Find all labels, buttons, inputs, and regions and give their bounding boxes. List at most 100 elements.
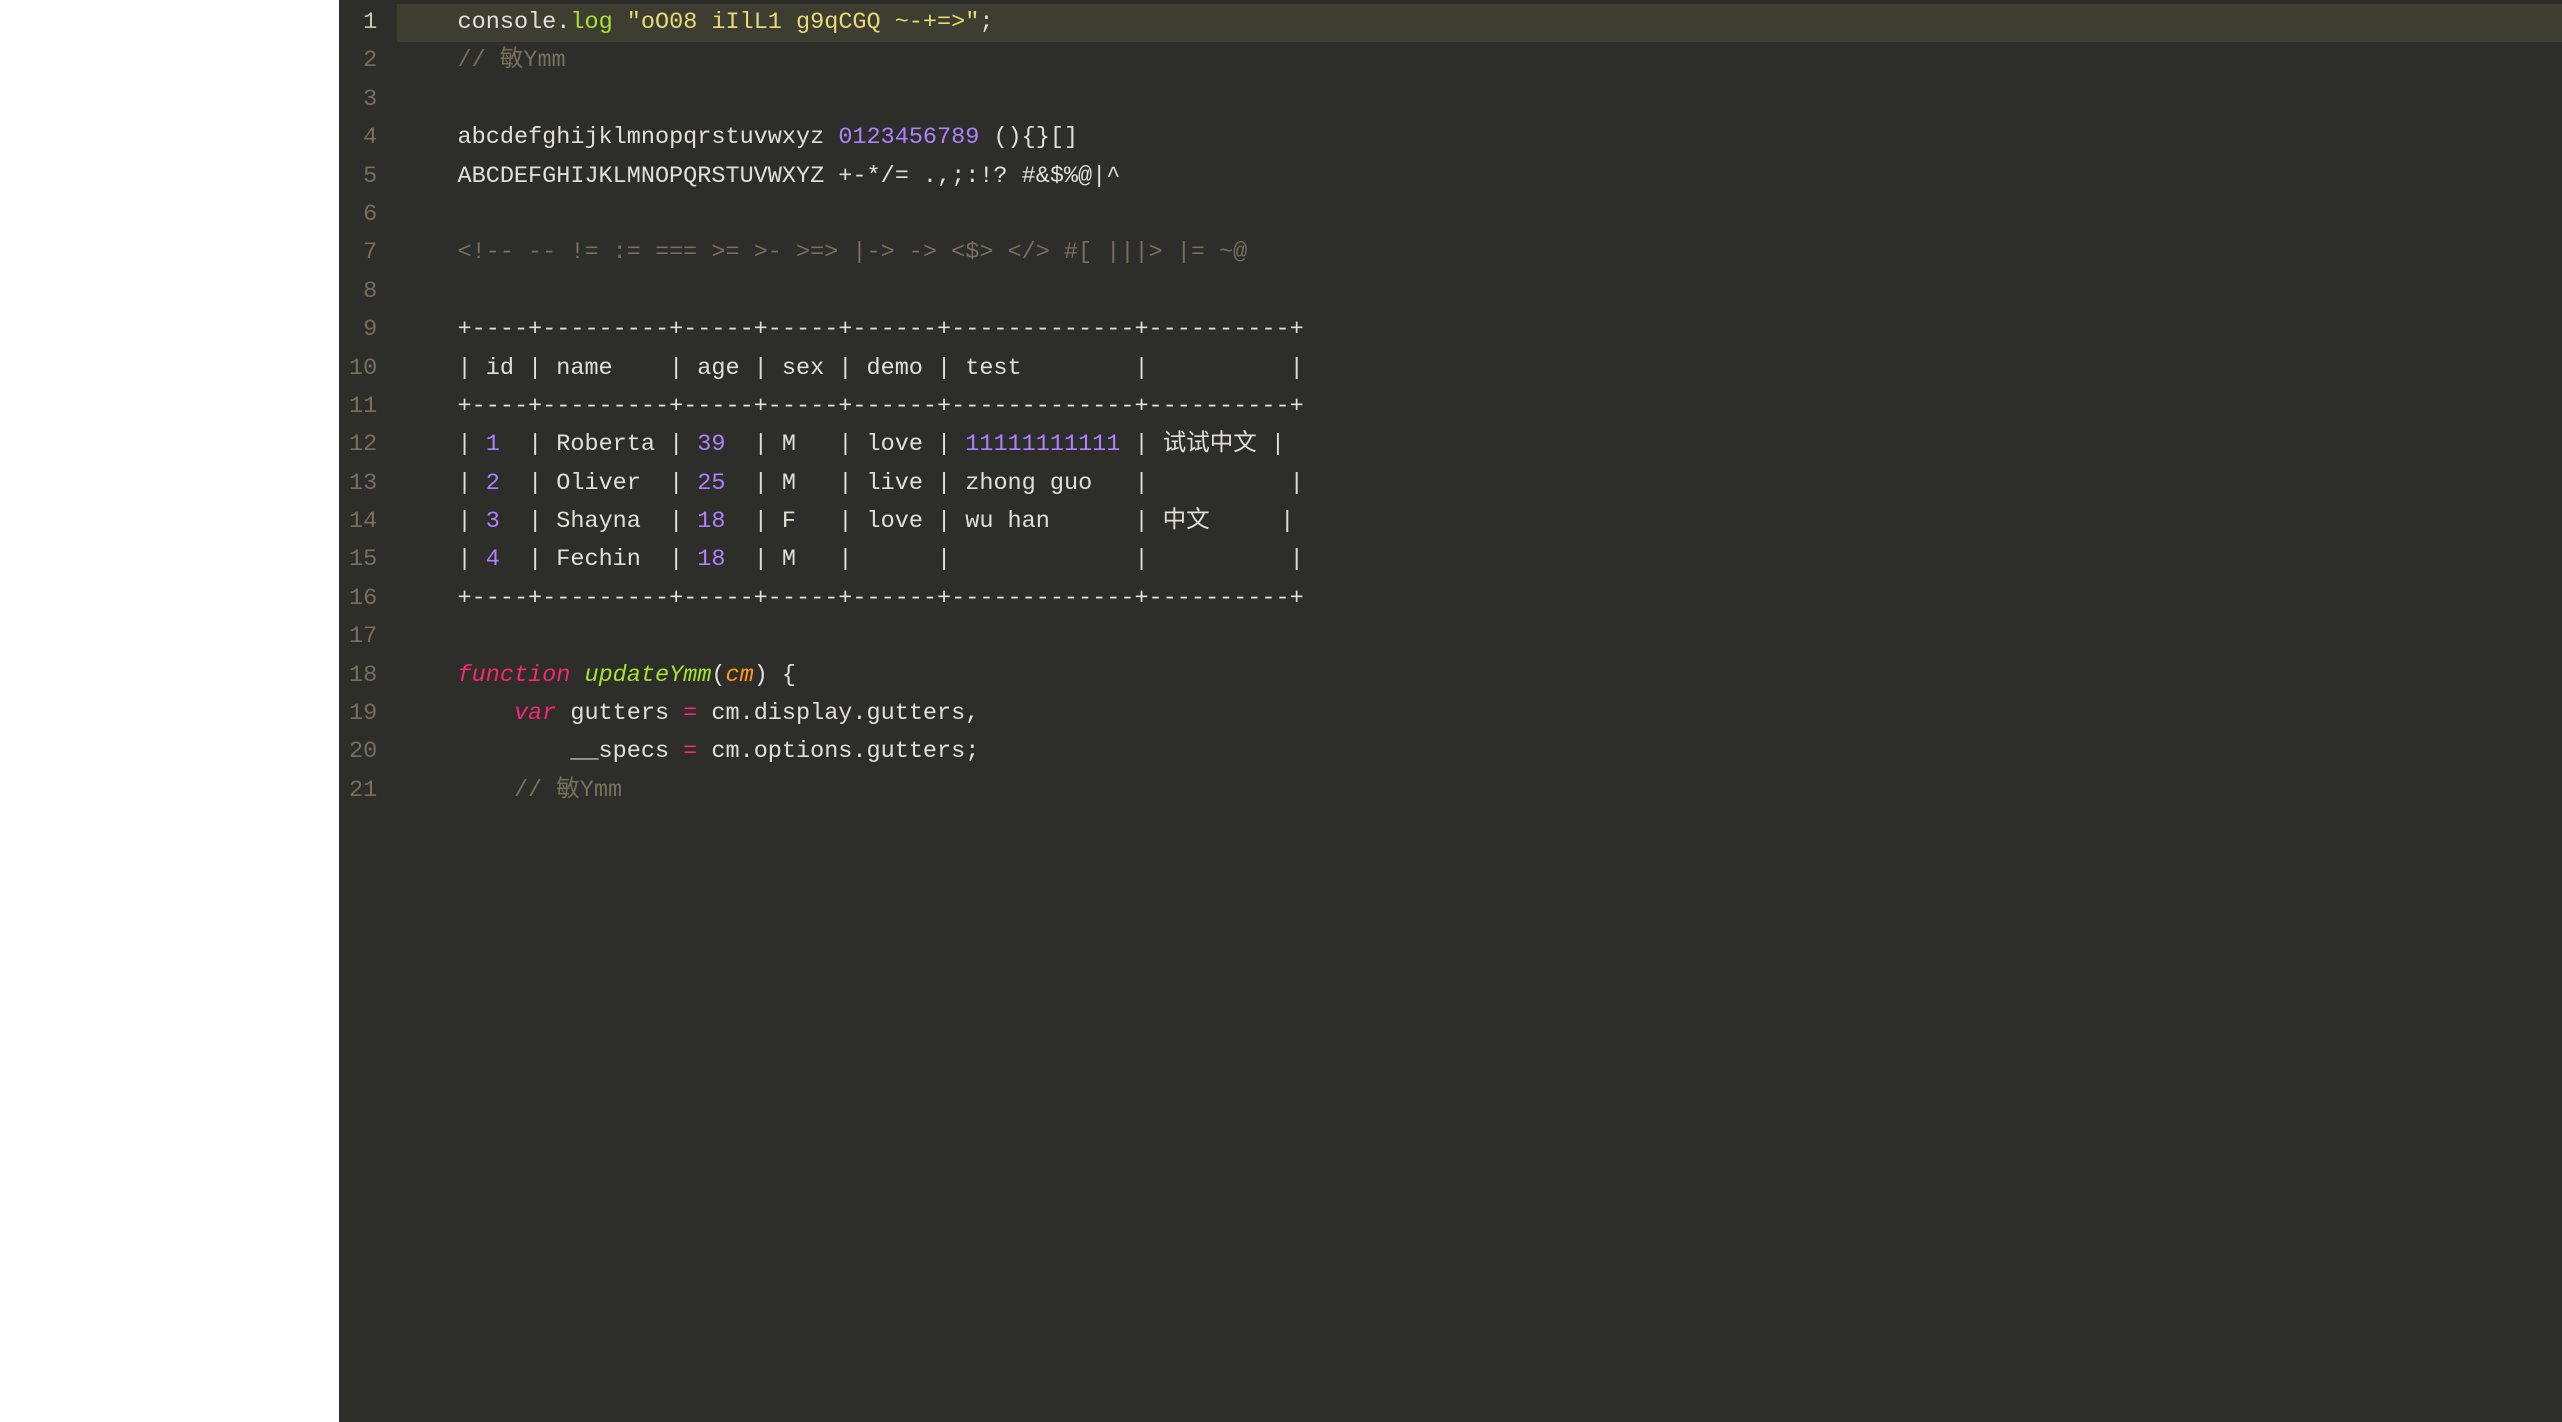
- line-number: 16: [349, 580, 377, 618]
- code-token: 1: [486, 431, 500, 458]
- left-sidebar: [0, 0, 339, 1422]
- code-token: [415, 470, 457, 497]
- code-token: =: [683, 738, 697, 765]
- line-number: 12: [349, 426, 377, 464]
- code-token: | id | name | age | sex | demo | test | …: [458, 355, 1304, 382]
- line-number: 17: [349, 618, 377, 656]
- code-token: +----+---------+-----+-----+------+-----…: [458, 585, 1304, 612]
- code-token: | M | love |: [726, 431, 966, 458]
- code-line[interactable]: function updateYmm(cm) {: [397, 657, 2562, 695]
- code-token: cm: [726, 662, 754, 689]
- code-token: 18: [697, 508, 725, 535]
- code-token: | Roberta |: [500, 431, 697, 458]
- code-token: |: [458, 508, 486, 535]
- code-token: [415, 355, 457, 382]
- code-line[interactable]: __specs = cm.options.gutters;: [397, 733, 2562, 771]
- code-token: // 敏Ymm: [458, 47, 566, 74]
- line-number: 18: [349, 657, 377, 695]
- code-token: [415, 47, 457, 74]
- code-line[interactable]: <!-- -- != := === >= >- >=> |-> -> <$> <…: [397, 234, 2562, 272]
- code-token: function: [458, 662, 571, 689]
- code-token: 3: [486, 508, 500, 535]
- line-number: 21: [349, 772, 377, 810]
- code-token: .: [556, 9, 570, 36]
- line-number: 13: [349, 465, 377, 503]
- line-number: 5: [349, 158, 377, 196]
- code-token: | 试试中文 |: [1120, 431, 1285, 458]
- code-editor[interactable]: 123456789101112131415161718192021 consol…: [339, 0, 2562, 1422]
- code-token: [415, 777, 514, 804]
- code-line[interactable]: console.log "oO08 iIlL1 g9qCGQ ~-+=>";: [397, 4, 2562, 42]
- line-number: 2: [349, 42, 377, 80]
- code-line[interactable]: [397, 273, 2562, 311]
- code-line[interactable]: // 敏Ymm: [397, 42, 2562, 80]
- code-line[interactable]: | 4 | Fechin | 18 | M | | | |: [397, 541, 2562, 579]
- code-token: (: [711, 662, 725, 689]
- code-token: cm.display.gutters,: [697, 700, 979, 727]
- line-number: 20: [349, 733, 377, 771]
- code-token: [415, 585, 457, 612]
- code-token: =: [683, 700, 697, 727]
- code-token: [613, 9, 627, 36]
- code-token: 18: [697, 546, 725, 573]
- code-line[interactable]: // 敏Ymm: [397, 772, 2562, 810]
- line-number: 14: [349, 503, 377, 541]
- code-token: [415, 124, 457, 151]
- line-number: 10: [349, 350, 377, 388]
- code-line[interactable]: abcdefghijklmnopqrstuvwxyz 0123456789 ()…: [397, 119, 2562, 157]
- code-line[interactable]: | 3 | Shayna | 18 | F | love | wu han | …: [397, 503, 2562, 541]
- code-line[interactable]: | 1 | Roberta | 39 | M | love | 11111111…: [397, 426, 2562, 464]
- line-number: 15: [349, 541, 377, 579]
- code-token: abcdefghijklmnopqrstuvwxyz: [458, 124, 825, 151]
- code-token: | Oliver |: [500, 470, 697, 497]
- line-number: 9: [349, 311, 377, 349]
- code-line[interactable]: ABCDEFGHIJKLMNOPQRSTUVWXYZ +-*/= .,;:!? …: [397, 158, 2562, 196]
- line-number: 1: [349, 4, 377, 42]
- code-token: | Shayna |: [500, 508, 697, 535]
- code-token: 25: [697, 470, 725, 497]
- code-token: [415, 546, 457, 573]
- code-token: | F | love | wu han | 中文 |: [726, 508, 1295, 535]
- code-token: 4: [486, 546, 500, 573]
- code-token: // 敏Ymm: [514, 777, 622, 804]
- code-token: log: [570, 9, 612, 36]
- code-token: cm.options.gutters;: [697, 738, 979, 765]
- code-token: 0123456789: [838, 124, 979, 151]
- code-line[interactable]: [397, 196, 2562, 234]
- code-area[interactable]: console.log "oO08 iIlL1 g9qCGQ ~-+=>"; /…: [397, 0, 2562, 1422]
- code-token: +----+---------+-----+-----+------+-----…: [458, 316, 1304, 343]
- code-token: | Fechin |: [500, 546, 697, 573]
- code-line[interactable]: +----+---------+-----+-----+------+-----…: [397, 388, 2562, 426]
- code-token: |: [458, 546, 486, 573]
- code-token: var: [514, 700, 556, 727]
- code-token: updateYmm: [584, 662, 711, 689]
- code-line[interactable]: | id | name | age | sex | demo | test | …: [397, 350, 2562, 388]
- code-token: 2: [486, 470, 500, 497]
- code-token: [824, 124, 838, 151]
- code-token: [415, 9, 457, 36]
- code-token: ABCDEFGHIJKLMNOPQRSTUVWXYZ +-*/= .,;:!? …: [415, 163, 1120, 190]
- code-token: <!-- -- != := === >= >- >=> |-> -> <$> <…: [458, 239, 1248, 266]
- code-token: | M | | | |: [726, 546, 1304, 573]
- code-token: [415, 662, 457, 689]
- code-token: 39: [697, 431, 725, 458]
- code-token: |: [458, 470, 486, 497]
- line-number: 11: [349, 388, 377, 426]
- code-line[interactable]: +----+---------+-----+-----+------+-----…: [397, 580, 2562, 618]
- line-number: 8: [349, 273, 377, 311]
- code-token: [415, 700, 514, 727]
- code-line[interactable]: [397, 618, 2562, 656]
- code-token: gutters: [556, 700, 683, 727]
- line-number-gutter: 123456789101112131415161718192021: [339, 0, 397, 1422]
- line-number: 3: [349, 81, 377, 119]
- line-number: 7: [349, 234, 377, 272]
- code-token: "oO08 iIlL1 g9qCGQ ~-+=>": [627, 9, 980, 36]
- code-line[interactable]: | 2 | Oliver | 25 | M | live | zhong guo…: [397, 465, 2562, 503]
- code-line[interactable]: +----+---------+-----+-----+------+-----…: [397, 311, 2562, 349]
- code-token: 11111111111: [965, 431, 1120, 458]
- code-token: [415, 239, 457, 266]
- code-line[interactable]: var gutters = cm.display.gutters,: [397, 695, 2562, 733]
- code-token: |: [458, 431, 486, 458]
- code-line[interactable]: [397, 81, 2562, 119]
- code-token: [415, 431, 457, 458]
